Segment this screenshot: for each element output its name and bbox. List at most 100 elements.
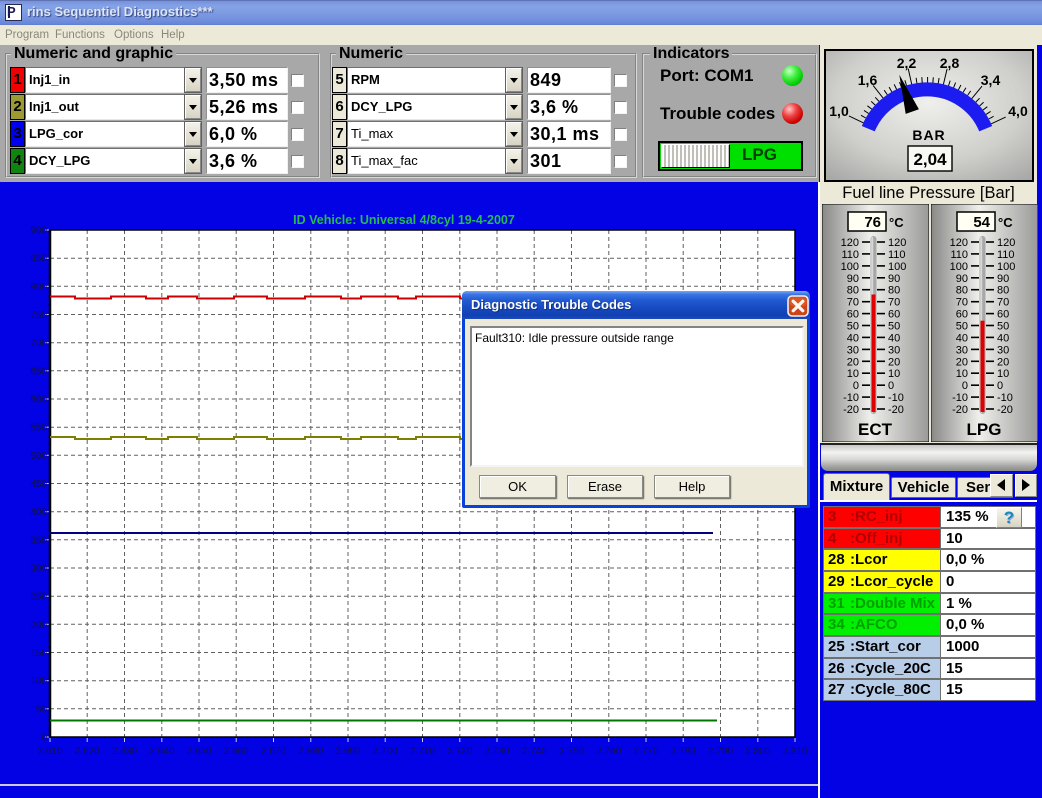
svg-text:50: 50	[997, 321, 1009, 333]
svg-text:-10: -10	[997, 392, 1013, 404]
svg-text:10: 10	[847, 368, 859, 380]
svg-text:10: 10	[997, 368, 1009, 380]
svg-text:-10: -10	[888, 392, 904, 404]
svg-text:30: 30	[888, 344, 900, 356]
svg-text:0: 0	[888, 380, 894, 392]
svg-text:ECT: ECT	[858, 420, 893, 439]
svg-text:30: 30	[956, 344, 968, 356]
svg-text:-10: -10	[843, 392, 859, 404]
svg-text:2.620: 2.620	[75, 746, 100, 757]
svg-text:90: 90	[847, 273, 859, 285]
svg-text:70: 70	[847, 297, 859, 309]
svg-text:30: 30	[997, 344, 1009, 356]
svg-text:80: 80	[888, 285, 900, 297]
svg-text:2.810: 2.810	[782, 746, 807, 757]
svg-text:2.790: 2.790	[708, 746, 733, 757]
svg-text:3,4: 3,4	[981, 72, 1001, 88]
svg-text:-20: -20	[843, 404, 859, 416]
svg-text:-20: -20	[888, 404, 904, 416]
svg-text:350: 350	[30, 535, 47, 546]
svg-text:120: 120	[841, 237, 859, 249]
svg-text:20: 20	[997, 356, 1009, 368]
svg-text:500: 500	[30, 451, 47, 462]
svg-text:70: 70	[956, 297, 968, 309]
svg-text:900: 900	[30, 226, 47, 237]
svg-text:100: 100	[950, 261, 968, 273]
svg-text:2.660: 2.660	[224, 746, 249, 757]
svg-text:120: 120	[950, 237, 968, 249]
svg-text:2.640: 2.640	[149, 746, 174, 757]
svg-text:2,8: 2,8	[940, 55, 960, 71]
svg-text:750: 750	[30, 310, 47, 321]
svg-text:250: 250	[30, 592, 47, 603]
svg-text:70: 70	[997, 297, 1009, 309]
svg-text:600: 600	[30, 395, 47, 406]
svg-text:120: 120	[997, 237, 1015, 249]
svg-text:-20: -20	[997, 404, 1013, 416]
svg-text:20: 20	[888, 356, 900, 368]
svg-text:550: 550	[30, 423, 47, 434]
svg-text:60: 60	[997, 309, 1009, 321]
svg-text:20: 20	[847, 356, 859, 368]
svg-text:40: 40	[997, 332, 1009, 344]
svg-text:90: 90	[888, 273, 900, 285]
svg-text:2.710: 2.710	[410, 746, 435, 757]
svg-text:2.760: 2.760	[596, 746, 621, 757]
svg-text:700: 700	[30, 338, 47, 349]
svg-text:2.770: 2.770	[633, 746, 658, 757]
svg-text:2,2: 2,2	[897, 55, 917, 71]
svg-text:1,0: 1,0	[829, 103, 849, 119]
svg-text:300: 300	[30, 564, 47, 575]
svg-text:40: 40	[956, 332, 968, 344]
svg-text:4,0: 4,0	[1008, 103, 1028, 119]
svg-text:80: 80	[997, 285, 1009, 297]
svg-text:650: 650	[30, 366, 47, 377]
svg-text:10: 10	[888, 368, 900, 380]
svg-text:0: 0	[41, 733, 47, 744]
svg-text:80: 80	[956, 285, 968, 297]
svg-text:50: 50	[888, 321, 900, 333]
svg-text:°C: °C	[889, 215, 904, 230]
svg-text:1,6: 1,6	[858, 72, 878, 88]
svg-text:60: 60	[956, 309, 968, 321]
svg-text:10: 10	[956, 368, 968, 380]
svg-text:0: 0	[997, 380, 1003, 392]
svg-text:ID Vehicle: Universal 4/8cyl 1: ID Vehicle: Universal 4/8cyl 19-4-2007	[293, 213, 515, 227]
svg-text:°C: °C	[998, 215, 1013, 230]
svg-text:110: 110	[888, 249, 906, 261]
svg-text:50: 50	[847, 321, 859, 333]
svg-text:2.730: 2.730	[484, 746, 509, 757]
svg-text:2.750: 2.750	[559, 746, 584, 757]
svg-text:30: 30	[847, 344, 859, 356]
svg-text:54: 54	[973, 214, 990, 231]
svg-text:2.740: 2.740	[522, 746, 547, 757]
svg-text:2.670: 2.670	[261, 746, 286, 757]
svg-text:800: 800	[30, 282, 47, 293]
svg-text:LPG: LPG	[967, 420, 1002, 439]
svg-text:90: 90	[956, 273, 968, 285]
svg-text:BAR: BAR	[912, 127, 945, 143]
svg-text:60: 60	[847, 309, 859, 321]
svg-text:110: 110	[841, 249, 859, 261]
svg-text:40: 40	[888, 332, 900, 344]
svg-text:20: 20	[956, 356, 968, 368]
svg-text:850: 850	[30, 254, 47, 265]
svg-text:110: 110	[997, 249, 1015, 261]
svg-text:100: 100	[841, 261, 859, 273]
svg-text:50: 50	[36, 704, 48, 715]
svg-text:70: 70	[888, 297, 900, 309]
svg-text:76: 76	[864, 214, 881, 231]
svg-text:2.780: 2.780	[671, 746, 696, 757]
svg-text:0: 0	[962, 380, 968, 392]
svg-text:120: 120	[888, 237, 906, 249]
svg-text:-20: -20	[952, 404, 968, 416]
svg-text:450: 450	[30, 479, 47, 490]
svg-text:2,04: 2,04	[913, 150, 947, 169]
svg-text:2.650: 2.650	[186, 746, 211, 757]
svg-text:80: 80	[847, 285, 859, 297]
svg-text:100: 100	[997, 261, 1015, 273]
svg-text:2.690: 2.690	[335, 746, 360, 757]
svg-text:40: 40	[847, 332, 859, 344]
svg-text:60: 60	[888, 309, 900, 321]
svg-text:150: 150	[30, 648, 47, 659]
